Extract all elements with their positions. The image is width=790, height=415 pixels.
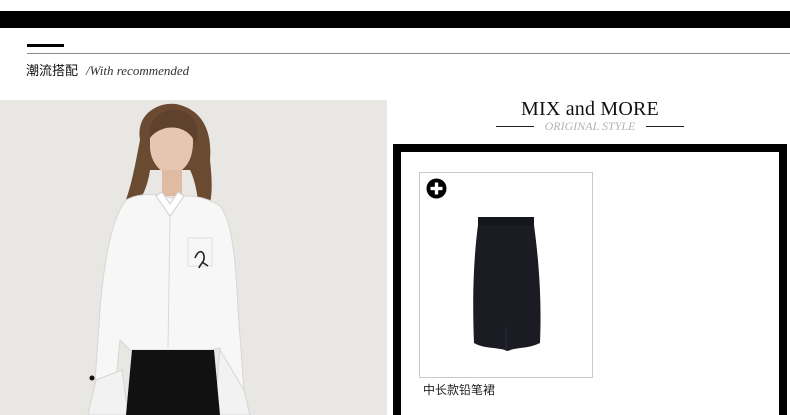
mix-subtitle-row: ORIGINAL STYLE — [496, 119, 684, 135]
subtitle-left-rule — [496, 126, 534, 127]
section-heading: 潮流搭配/With recommended — [26, 62, 189, 81]
model-illustration — [0, 100, 387, 415]
subtitle-right-rule — [646, 126, 684, 127]
pencil-skirt-image[interactable] — [468, 215, 544, 355]
mix-subtitle: ORIGINAL STYLE — [544, 119, 636, 133]
plus-circle-icon[interactable] — [426, 178, 447, 199]
model-photo[interactable] — [0, 100, 387, 415]
top-black-bar — [0, 11, 790, 28]
section-title-cn: 潮流搭配 — [26, 64, 79, 79]
section-divider — [27, 53, 790, 54]
section-accent-rule — [27, 44, 64, 47]
product-name[interactable]: 中长款铅笔裙 — [423, 382, 495, 398]
mix-title: MIX and MORE — [521, 98, 659, 120]
section-title-en: /With recommended — [86, 63, 190, 78]
